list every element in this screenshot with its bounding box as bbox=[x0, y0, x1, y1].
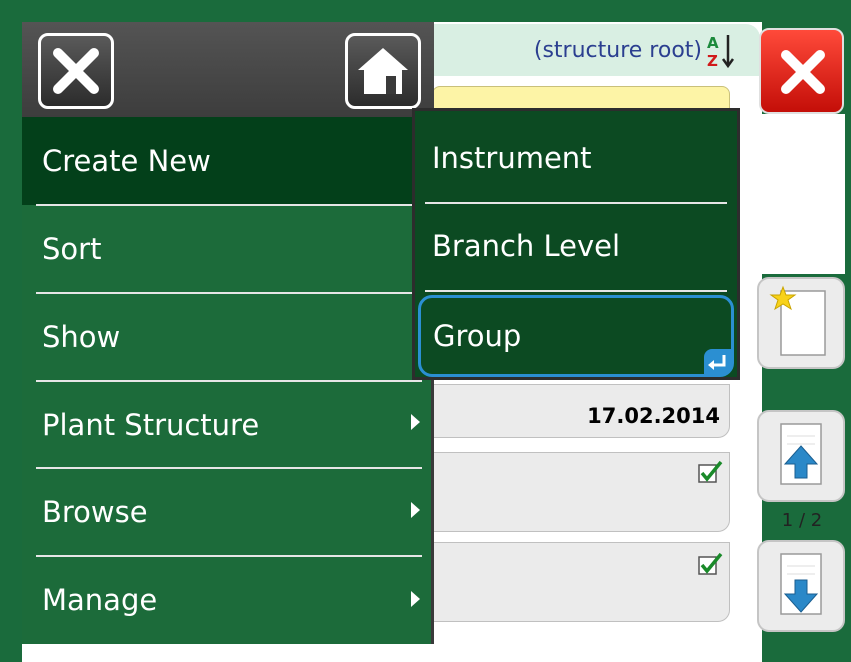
page-up-icon bbox=[780, 423, 822, 485]
svg-text:Z: Z bbox=[707, 52, 718, 70]
menu-item-create-new[interactable]: Create New bbox=[22, 117, 431, 205]
menu-item-browse[interactable]: Browse bbox=[22, 468, 431, 556]
enter-key-icon bbox=[704, 349, 732, 375]
close-icon bbox=[53, 48, 99, 94]
page-up-button[interactable] bbox=[757, 410, 845, 502]
submenu-arrow-icon bbox=[411, 414, 420, 430]
page-indicator: 1 / 2 bbox=[781, 510, 823, 531]
side-blank bbox=[757, 114, 845, 274]
svg-text:A: A bbox=[707, 34, 719, 52]
menu-item-plant-structure[interactable]: Plant Structure bbox=[22, 381, 431, 469]
date-value: 17.02.2014 bbox=[587, 404, 720, 428]
page-down-button[interactable] bbox=[757, 540, 845, 632]
close-button[interactable] bbox=[759, 28, 844, 114]
submenu-arrow-icon bbox=[411, 502, 420, 518]
new-item-button[interactable] bbox=[757, 277, 845, 369]
submenu-item-branch-level[interactable]: Branch Level bbox=[415, 202, 737, 290]
menu-item-sort[interactable]: Sort bbox=[22, 205, 431, 293]
submenu-arrow-icon bbox=[411, 591, 420, 607]
page-down-icon bbox=[780, 553, 822, 615]
submenu-item-instrument[interactable]: Instrument bbox=[415, 114, 737, 202]
home-icon bbox=[358, 48, 408, 94]
home-button[interactable] bbox=[345, 33, 421, 109]
checkbox-checked-icon[interactable] bbox=[698, 552, 724, 576]
page-title: (structure root) bbox=[533, 38, 702, 63]
new-document-icon bbox=[769, 285, 826, 356]
divider bbox=[425, 290, 727, 292]
menu-close-button[interactable] bbox=[38, 33, 114, 109]
checkbox-field-1[interactable] bbox=[432, 452, 730, 532]
checkbox-field-2[interactable] bbox=[432, 542, 730, 622]
checkbox-checked-icon[interactable] bbox=[698, 460, 724, 484]
menu-item-show[interactable]: Show bbox=[22, 293, 431, 381]
sort-az-icon[interactable]: A Z bbox=[705, 32, 737, 70]
submenu-item-group[interactable]: Group bbox=[418, 295, 734, 377]
menu-item-manage[interactable]: Manage bbox=[22, 556, 431, 644]
close-icon bbox=[781, 50, 825, 94]
